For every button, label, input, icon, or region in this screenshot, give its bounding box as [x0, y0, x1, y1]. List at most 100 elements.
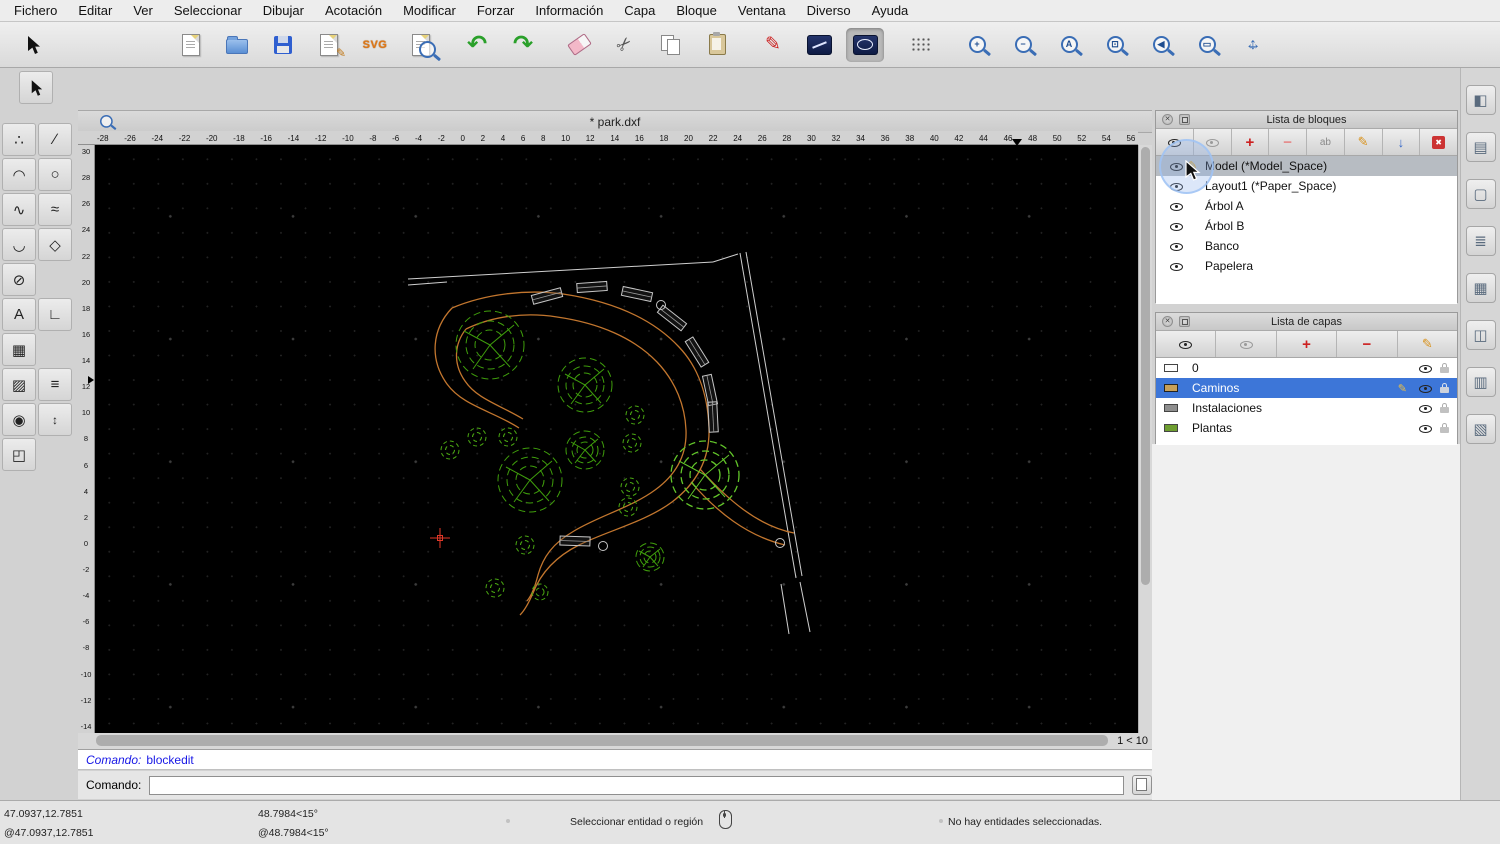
remove-layer-button[interactable]: −	[1337, 331, 1398, 357]
dock-panel-button[interactable]: ≣	[1465, 226, 1496, 256]
layer-visibility-eye-icon[interactable]	[1419, 362, 1432, 375]
zoom-auto-button[interactable]: A	[1050, 28, 1088, 62]
layer-visibility-eye-icon[interactable]	[1419, 422, 1432, 435]
redo-button[interactable]: ↷	[504, 28, 542, 62]
copy-button[interactable]	[652, 28, 690, 62]
zoom-previous-button[interactable]: ◀	[1142, 28, 1180, 62]
pen-attributes-button[interactable]: ✎	[754, 28, 792, 62]
palette-select-tool[interactable]	[19, 71, 53, 104]
undo-button[interactable]: ↶	[458, 28, 496, 62]
open-file-button[interactable]	[218, 28, 256, 62]
menu-item[interactable]: Seleccionar	[174, 3, 242, 18]
dimension-corner-tool[interactable]: ∟	[38, 298, 72, 331]
spline-tool[interactable]: ∿	[2, 193, 36, 226]
paste-button[interactable]	[698, 28, 736, 62]
layer-lock-icon[interactable]	[1440, 422, 1449, 434]
edit-block-button[interactable]: ✎	[1344, 129, 1383, 155]
edit-layer-button[interactable]: ✎	[1397, 331, 1458, 357]
layer-lock-icon[interactable]	[1440, 402, 1449, 414]
horizontal-scrollbar-thumb[interactable]	[96, 735, 1108, 746]
cut-button[interactable]: ✂	[606, 28, 644, 62]
svg-export-button[interactable]: SVG	[356, 28, 394, 62]
shape-tool[interactable]: ◉	[2, 403, 36, 436]
hatch-tool[interactable]: ▨	[2, 368, 36, 401]
layer-lock-icon[interactable]	[1440, 362, 1449, 374]
zoom-selection-button[interactable]: ⊡	[1096, 28, 1134, 62]
drawing-canvas[interactable]	[95, 145, 1138, 733]
edit-drawing-button[interactable]: ✎	[310, 28, 348, 62]
layer-visibility-eye-icon[interactable]	[1419, 402, 1432, 415]
menu-item[interactable]: Modificar	[403, 3, 456, 18]
dock-panel-button[interactable]: ▤	[1465, 132, 1496, 162]
isometric-tool[interactable]: ◰	[2, 438, 36, 471]
freehand-tool[interactable]: ≈	[38, 193, 72, 226]
arc-tool[interactable]: ◠	[2, 158, 36, 191]
detach-panel-button[interactable]	[1179, 316, 1190, 327]
menu-item[interactable]: Forzar	[477, 3, 515, 18]
close-panel-button[interactable]: ✕	[1162, 114, 1173, 125]
polygon-tool[interactable]: ◇	[38, 228, 72, 261]
text-tool[interactable]: A	[2, 298, 36, 331]
menu-item[interactable]: Fichero	[14, 3, 57, 18]
vertical-scrollbar[interactable]	[1138, 145, 1152, 733]
menu-item[interactable]: Dibujar	[263, 3, 304, 18]
layer-lock-icon[interactable]	[1440, 382, 1449, 394]
points-tool[interactable]: ∴	[2, 123, 36, 156]
dock-panel-button[interactable]: ◧	[1465, 85, 1496, 115]
ellipse-tool[interactable]: ⊘	[2, 263, 36, 296]
menu-item[interactable]: Bloque	[676, 3, 716, 18]
block-row[interactable]: ✎ Papelera	[1156, 256, 1457, 276]
new-file-button[interactable]	[172, 28, 210, 62]
zoom-window-button[interactable]: ▭	[1188, 28, 1226, 62]
dimension-tool[interactable]: ↕	[38, 403, 72, 436]
image-tool[interactable]: ▦	[2, 333, 36, 366]
add-layer-button[interactable]: +	[1276, 331, 1338, 357]
ellipse-tool-button[interactable]	[846, 27, 884, 62]
show-all-layers-button[interactable]	[1156, 331, 1217, 357]
close-panel-button[interactable]: ✕	[1162, 316, 1173, 327]
hide-all-layers-button[interactable]	[1216, 331, 1277, 357]
zoom-out-button[interactable]: −	[1004, 28, 1042, 62]
layer-row[interactable]: 0 ✎	[1156, 358, 1457, 378]
pan-button[interactable]: ↔ ↕	[1234, 28, 1272, 62]
menu-item[interactable]: Editar	[78, 3, 112, 18]
menu-item[interactable]: Información	[535, 3, 603, 18]
insert-block-button[interactable]: ↓	[1382, 129, 1421, 155]
menu-item[interactable]: Ayuda	[872, 3, 909, 18]
delete-block-button[interactable]: ✖	[1420, 129, 1457, 155]
dock-panel-button[interactable]: ◫	[1465, 320, 1496, 350]
layer-visibility-eye-icon[interactable]	[1419, 382, 1432, 395]
detach-panel-button[interactable]	[1179, 114, 1190, 125]
vertical-scrollbar-thumb[interactable]	[1141, 147, 1150, 585]
circle-tool[interactable]: ○	[38, 158, 72, 191]
measure-tool[interactable]: ≡	[38, 368, 72, 401]
dock-panel-button[interactable]: ▥	[1465, 367, 1496, 397]
block-row[interactable]: ✎ Árbol A	[1156, 196, 1457, 216]
arc-3p-tool[interactable]: ◡	[2, 228, 36, 261]
menu-item[interactable]: Diverso	[807, 3, 851, 18]
grid-toggle-button[interactable]	[902, 28, 940, 62]
command-input[interactable]	[149, 775, 1124, 795]
command-options-button[interactable]	[1132, 775, 1152, 795]
block-row[interactable]: ✎ Árbol B	[1156, 216, 1457, 236]
line-attributes-button[interactable]	[800, 28, 838, 62]
block-visibility-eye-icon[interactable]	[1170, 240, 1183, 253]
layer-row[interactable]: Instalaciones ✎	[1156, 398, 1457, 418]
menu-item[interactable]: Ventana	[738, 3, 786, 18]
zoom-in-button[interactable]: +	[958, 28, 996, 62]
remove-block-button[interactable]: −	[1269, 129, 1307, 155]
rename-block-button[interactable]: ab	[1307, 129, 1345, 155]
horizontal-scrollbar[interactable]: 1 < 10	[78, 733, 1152, 749]
add-block-button[interactable]: +	[1231, 129, 1270, 155]
save-button[interactable]	[264, 28, 302, 62]
block-visibility-eye-icon[interactable]	[1170, 260, 1183, 273]
delete-button[interactable]	[560, 28, 598, 62]
select-tool-button[interactable]	[14, 28, 52, 62]
dock-panel-button[interactable]: ▦	[1465, 273, 1496, 303]
dock-panel-button[interactable]: ▢	[1465, 179, 1496, 209]
layer-row[interactable]: Caminos ✎	[1156, 378, 1457, 398]
line-tool[interactable]: ∕	[38, 123, 72, 156]
dock-panel-button[interactable]: ▧	[1465, 414, 1496, 444]
block-visibility-eye-icon[interactable]	[1170, 220, 1183, 233]
menu-item[interactable]: Acotación	[325, 3, 382, 18]
